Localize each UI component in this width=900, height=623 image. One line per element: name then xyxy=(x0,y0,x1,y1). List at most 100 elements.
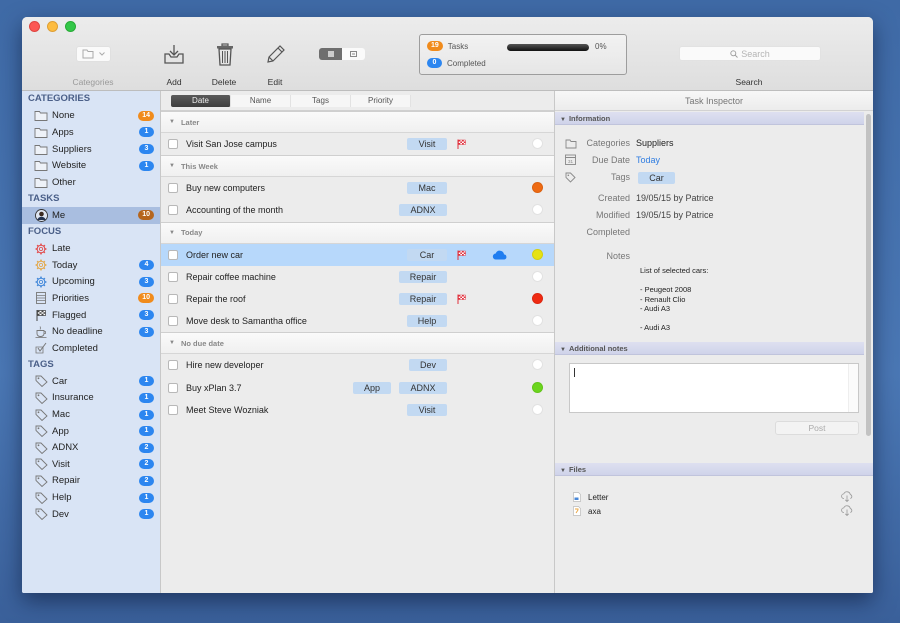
sort-tab-priority[interactable]: Priority xyxy=(351,94,411,107)
task-checkbox[interactable] xyxy=(168,382,178,393)
search-field[interactable]: Search xyxy=(679,46,821,61)
task-row[interactable]: Move desk to Samantha office Help xyxy=(161,310,554,332)
sort-tab-date[interactable]: Date xyxy=(171,94,231,107)
notes-scrollbar[interactable] xyxy=(848,364,858,412)
task-checkbox[interactable] xyxy=(168,316,178,327)
sidebar-item-tag-insurance[interactable]: Insurance 1 xyxy=(22,390,160,407)
task-checkbox[interactable] xyxy=(168,249,178,260)
task-row[interactable]: Buy xPlan 3.7 ADNX App xyxy=(161,377,554,399)
sidebar-item-label: Dev xyxy=(52,508,69,520)
sidebar-item-tag-visit[interactable]: Visit 2 xyxy=(22,456,160,473)
task-tag[interactable]: ADNX xyxy=(399,204,447,217)
sidebar-item-category-other[interactable]: Other xyxy=(22,174,160,191)
task-checkbox[interactable] xyxy=(168,404,178,415)
task-row[interactable]: Buy new computers Mac xyxy=(161,177,554,199)
sidebar-item-focus-flagged[interactable]: Flagged 3 xyxy=(22,307,160,324)
task-checkbox[interactable] xyxy=(168,139,178,150)
sidebar-item-focus-late[interactable]: Late xyxy=(22,240,160,257)
task-checkbox[interactable] xyxy=(168,183,178,194)
task-row[interactable]: Order new car Car xyxy=(161,243,554,266)
task-tag[interactable]: ADNX xyxy=(399,381,447,394)
edit-button-label[interactable]: Edit xyxy=(268,77,283,87)
group-header-no-due-date[interactable]: ▼ No due date xyxy=(161,332,554,355)
task-row[interactable]: Repair the roof Repair xyxy=(161,288,554,310)
pencil-icon[interactable] xyxy=(265,44,285,66)
files-section-header[interactable]: ▼ Files xyxy=(555,463,873,476)
task-row[interactable]: Hire new developer Dev xyxy=(161,354,554,376)
count-badge: 3 xyxy=(139,326,154,337)
priority-indicator-none[interactable] xyxy=(532,270,543,282)
priority-indicator-none[interactable] xyxy=(532,138,543,149)
task-checkbox[interactable] xyxy=(168,271,178,282)
sidebar-item-focus-completed[interactable]: Completed xyxy=(22,340,160,357)
task-tag[interactable]: Repair xyxy=(399,270,447,283)
sidebar-item-category-apps[interactable]: Apps 1 xyxy=(22,124,160,141)
sidebar-item-tag-help[interactable]: Help 1 xyxy=(22,489,160,506)
sidebar-item-tag-app[interactable]: App 1 xyxy=(22,423,160,440)
sort-tab-tags[interactable]: Tags xyxy=(291,94,351,107)
sidebar-item-focus-priorities[interactable]: Priorities 10 xyxy=(22,290,160,307)
sort-tab-name[interactable]: Name xyxy=(231,94,291,107)
sidebar-item-category-website[interactable]: Website 1 xyxy=(22,157,160,174)
group-header-today[interactable]: ▼ Today xyxy=(161,221,554,244)
additional-notes-input[interactable] xyxy=(569,363,859,413)
additional-notes-section-header[interactable]: ▼ Additional notes xyxy=(555,342,864,355)
task-tag[interactable]: Car xyxy=(407,248,447,261)
close-window-button[interactable] xyxy=(29,21,40,32)
task-checkbox[interactable] xyxy=(168,360,178,371)
priority-indicator-low[interactable] xyxy=(532,381,543,393)
file-item[interactable]: Letter xyxy=(573,492,608,502)
icon-wrapper xyxy=(34,442,48,454)
file-item[interactable]: axa xyxy=(573,506,601,516)
priority-indicator-none[interactable] xyxy=(532,403,543,415)
delete-button-label[interactable]: Delete xyxy=(212,77,237,87)
sidebar-item-me[interactable]: Me 10 xyxy=(22,207,160,224)
cloud-download-icon[interactable] xyxy=(841,491,853,502)
task-tag[interactable]: Help xyxy=(407,315,447,328)
task-row[interactable]: Repair coffee machine Repair xyxy=(161,266,554,288)
tag-chip[interactable]: Car xyxy=(638,172,675,184)
sidebar-item-focus-today[interactable]: Today 4 xyxy=(22,257,160,274)
task-tag[interactable]: Visit xyxy=(407,138,447,150)
sidebar-item-category-none[interactable]: None 14 xyxy=(22,108,160,125)
task-tag[interactable]: App xyxy=(353,381,391,394)
priority-indicator-urgent[interactable] xyxy=(532,292,543,304)
task-checkbox[interactable] xyxy=(168,205,178,216)
categories-popup-button[interactable] xyxy=(76,46,111,62)
post-button[interactable]: Post xyxy=(775,421,859,435)
sidebar-item-category-suppliers[interactable]: Suppliers 3 xyxy=(22,141,160,158)
due-date-field-value[interactable]: Today xyxy=(636,155,660,165)
task-tag[interactable]: Repair xyxy=(399,292,447,305)
list-view-button[interactable] xyxy=(319,48,342,60)
sidebar-item-tag-dev[interactable]: Dev 1 xyxy=(22,506,160,523)
task-tag[interactable]: Dev xyxy=(409,359,447,372)
information-section-header[interactable]: ▼ Information xyxy=(555,112,864,125)
task-row[interactable]: Accounting of the month ADNX xyxy=(161,199,554,221)
priority-indicator-medium[interactable] xyxy=(532,248,543,260)
task-row[interactable]: Visit San Jose campus Visit xyxy=(161,133,554,155)
sidebar-item-tag-car[interactable]: Car 1 xyxy=(22,373,160,390)
sidebar-item-tag-repair[interactable]: Repair 2 xyxy=(22,473,160,490)
folder-icon xyxy=(34,161,48,172)
task-checkbox[interactable] xyxy=(168,294,178,305)
group-header-later[interactable]: ▼ Later xyxy=(161,111,554,133)
trash-icon[interactable] xyxy=(216,43,234,67)
add-icon[interactable] xyxy=(163,44,185,66)
cloud-download-icon[interactable] xyxy=(841,505,853,516)
sidebar-item-tag-adnx[interactable]: ADNX 2 xyxy=(22,439,160,456)
task-tag[interactable]: Mac xyxy=(407,182,447,195)
categories-field-value[interactable]: Suppliers xyxy=(636,138,674,148)
inspector-scrollbar[interactable] xyxy=(866,114,871,436)
sidebar-item-label: Repair xyxy=(52,475,80,487)
notes-text[interactable]: List of selected cars: - Peugeot 2008 - … xyxy=(640,266,708,333)
task-row[interactable]: Meet Steve Wozniak Visit xyxy=(161,399,554,421)
sidebar-item-tag-mac[interactable]: Mac 1 xyxy=(22,406,160,423)
sidebar-item-focus-no-deadline[interactable]: No deadline 3 xyxy=(22,323,160,340)
group-header-this-week[interactable]: ▼ This Week xyxy=(161,155,554,178)
maximize-window-button[interactable] xyxy=(65,21,76,32)
task-tag[interactable]: Visit xyxy=(407,403,447,416)
add-button-label[interactable]: Add xyxy=(166,77,181,87)
detail-view-button[interactable] xyxy=(342,48,365,60)
minimize-window-button[interactable] xyxy=(47,21,58,32)
sidebar-item-focus-upcoming[interactable]: Upcoming 3 xyxy=(22,274,160,291)
